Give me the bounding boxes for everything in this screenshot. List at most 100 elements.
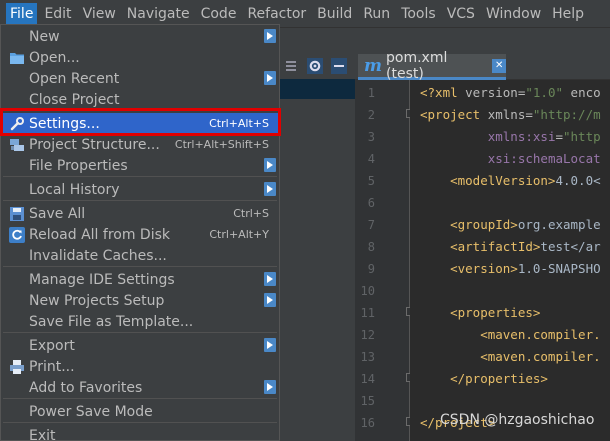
menu-refactor[interactable]: Refactor <box>243 3 310 25</box>
line-number: 7 <box>367 218 375 232</box>
menu-item-label: Invalidate Caches... <box>29 247 167 264</box>
menu-file[interactable]: File <box>6 2 38 25</box>
close-tab-icon[interactable]: ✕ <box>492 58 506 73</box>
file-menu-item-new-projects-setup[interactable]: New Projects Setup <box>1 290 279 311</box>
menu-item-label: Export <box>29 337 75 354</box>
line-number: 16 <box>360 416 375 430</box>
code-editor[interactable]: <?xml version="1.0" enco <project xmlns="… <box>410 80 610 441</box>
code-line: </properties> <box>420 371 548 386</box>
menu-item-label: Close Project <box>29 91 120 108</box>
gear-icon[interactable] <box>306 57 324 75</box>
code-token: xmlns <box>487 107 526 122</box>
menu-view[interactable]: View <box>79 3 120 25</box>
menu-help[interactable]: Help <box>548 3 588 25</box>
file-menu-item-project-structure[interactable]: Project Structure... Ctrl+Alt+Shift+S <box>1 134 279 155</box>
file-menu-item-save-file-as-template[interactable]: Save File as Template... <box>1 311 279 332</box>
file-menu-item-export[interactable]: Export <box>1 335 279 356</box>
submenu-arrow-icon <box>264 338 276 352</box>
file-menu-item-exit[interactable]: Exit <box>1 425 279 441</box>
code-token: 1.0-SNAPSHO <box>517 261 601 276</box>
file-menu-item-open-recent[interactable]: Open Recent <box>1 68 279 89</box>
menu-item-label: Reload All from Disk <box>29 226 170 243</box>
menu-item-label: Manage IDE Settings <box>29 271 175 288</box>
code-token: <artifactId> <box>420 239 541 254</box>
menu-item-label: Print... <box>29 358 75 375</box>
code-token: = <box>525 107 533 122</box>
code-token: xmlns:xsi <box>487 129 556 144</box>
code-token: <properties> <box>420 305 541 320</box>
hide-panel-icon[interactable] <box>330 57 348 75</box>
code-token: <project <box>420 107 488 122</box>
submenu-arrow-icon <box>264 293 276 307</box>
line-number: 15 <box>360 394 375 408</box>
maven-icon: m <box>364 55 382 76</box>
line-number: 14 <box>360 372 375 386</box>
file-menu-item-save-all[interactable]: Save All Ctrl+S <box>1 203 279 224</box>
file-menu-item-close-project[interactable]: Close Project <box>1 89 279 110</box>
menu-item-label: Local History <box>29 181 120 198</box>
print-icon <box>9 359 25 375</box>
code-token: <?xml <box>420 85 466 100</box>
menu-build[interactable]: Build <box>313 3 356 25</box>
menu-item-shortcut: Ctrl+S <box>233 207 269 220</box>
menu-tools[interactable]: Tools <box>397 3 440 25</box>
project-panel-header <box>280 54 355 78</box>
menu-item-label: File Properties <box>29 157 128 174</box>
menu-run[interactable]: Run <box>359 3 394 25</box>
file-menu-item-print[interactable]: Print... <box>1 356 279 377</box>
menu-navigate[interactable]: Navigate <box>123 3 194 25</box>
line-number: 3 <box>367 130 375 144</box>
menu-edit[interactable]: Edit <box>40 3 75 25</box>
file-menu-item-manage-ide-settings[interactable]: Manage IDE Settings <box>1 269 279 290</box>
project-tree-selected-row[interactable] <box>280 79 355 99</box>
reload-icon <box>9 226 25 243</box>
menu-item-label: Exit <box>29 427 56 441</box>
file-menu-item-add-to-favorites[interactable]: Add to Favorites <box>1 377 279 398</box>
file-menu-item-file-properties[interactable]: File Properties <box>1 155 279 176</box>
file-menu-item-open[interactable]: Open... <box>1 47 279 68</box>
menu-vcs[interactable]: VCS <box>443 3 479 25</box>
code-token: </properties> <box>420 371 548 386</box>
collapse-icon[interactable] <box>282 57 300 75</box>
editor-gutter: 1 2 3 4 5 6 7 8 9 10 11 12 13 14 15 16 <box>355 80 410 441</box>
code-token: 4.0.0< <box>555 173 601 188</box>
menu-item-label: Project Structure... <box>29 136 160 153</box>
code-line: <maven.compiler. <box>420 327 600 342</box>
menu-separator <box>3 422 277 423</box>
line-number: 4 <box>367 152 375 166</box>
file-menu-item-local-history[interactable]: Local History <box>1 179 279 200</box>
menu-code[interactable]: Code <box>197 3 241 25</box>
code-line: xmlns:xsi="http <box>420 129 601 144</box>
menu-item-label: Open... <box>29 49 80 66</box>
file-menu-item-reload-all-from-disk[interactable]: Reload All from Disk Ctrl+Alt+Y <box>1 224 279 245</box>
editor-tab-pom[interactable]: m pom.xml (test) ✕ <box>358 50 506 82</box>
code-line: <maven.compiler. <box>420 349 601 364</box>
code-token: <maven.compiler. <box>420 349 601 364</box>
menu-window[interactable]: Window <box>482 3 545 25</box>
file-menu-item-power-save-mode[interactable]: Power Save Mode <box>1 401 279 422</box>
menu-separator <box>3 398 277 399</box>
line-number: 9 <box>367 262 375 276</box>
line-number: 6 <box>367 196 375 210</box>
file-menu-item-invalidate-caches[interactable]: Invalidate Caches... <box>1 245 279 266</box>
submenu-arrow-icon <box>264 71 276 85</box>
settings-highlight-annotation <box>0 108 281 136</box>
menu-item-label: Power Save Mode <box>29 403 153 420</box>
menu-separator <box>3 266 277 267</box>
menu-item-shortcut: Ctrl+Alt+Shift+S <box>174 138 269 151</box>
line-number: 2 <box>367 108 375 122</box>
code-token: <version> <box>420 261 518 276</box>
submenu-arrow-icon <box>264 158 276 172</box>
code-token: <modelVersion> <box>420 173 556 188</box>
submenu-arrow-icon <box>264 182 276 196</box>
menu-item-shortcut: Ctrl+Alt+Y <box>209 228 269 241</box>
file-menu-dropdown: New Open... Open Recent Close Project Settin… <box>0 24 280 441</box>
file-menu-item-new[interactable]: New <box>1 26 279 47</box>
code-token: xsi:schemaLocat <box>487 151 601 166</box>
menu-item-label: Open Recent <box>29 70 120 87</box>
line-number: 1 <box>367 86 375 100</box>
submenu-arrow-icon <box>264 380 276 394</box>
menu-item-label: Save All <box>29 205 86 222</box>
